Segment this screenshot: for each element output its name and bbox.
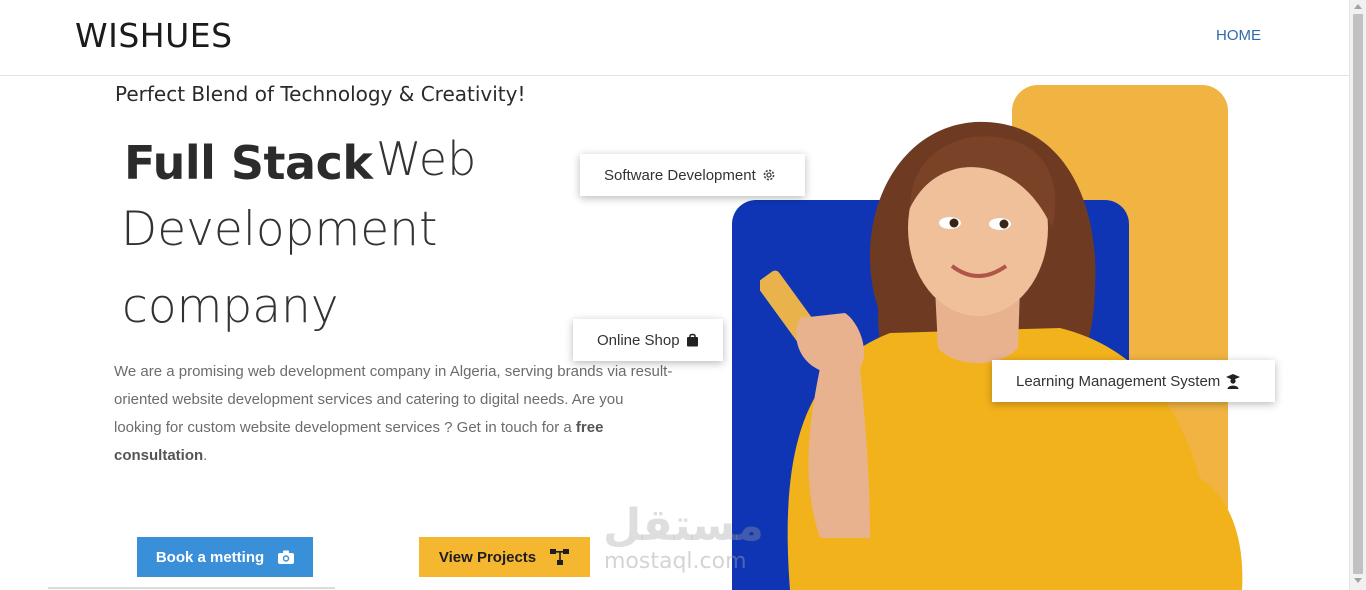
book-meeting-button[interactable]: Book a metting <box>137 537 313 577</box>
scroll-thumb[interactable] <box>1353 14 1363 574</box>
headline-development: Development <box>121 202 438 257</box>
description-end: . <box>203 447 208 464</box>
book-meeting-label: Book a metting <box>155 548 265 566</box>
page-scrollbar[interactable] <box>1349 0 1366 590</box>
camera-icon <box>278 550 295 564</box>
divider <box>48 587 335 589</box>
chip-online-shop[interactable]: Online Shop <box>573 319 723 361</box>
chip-shop-label: Online Shop <box>597 331 680 349</box>
nav-home-link[interactable]: HOME <box>1216 27 1261 44</box>
watermark-latin: mostaql.com <box>604 549 747 574</box>
hero-woman-image <box>760 121 1243 590</box>
shopping-bag-icon <box>686 333 699 347</box>
chip-lms-label: Learning Management System <box>1016 372 1221 390</box>
navbar: WISHUES HOME <box>0 0 1349 76</box>
sitemap-icon <box>550 549 570 565</box>
chip-software-development[interactable]: Software Development <box>580 154 805 196</box>
chip-learning-management-system[interactable]: Learning Management System <box>992 360 1275 402</box>
brand-logo[interactable]: WISHUES <box>75 16 233 55</box>
view-projects-label: View Projects <box>438 548 537 566</box>
chip-software-label: Software Development <box>604 166 756 184</box>
gear-icon <box>762 168 776 182</box>
hero-tagline: Perfect Blend of Technology & Creativity… <box>115 82 526 106</box>
headline-company: company <box>122 279 339 334</box>
watermark-arabic: مستقل <box>603 500 764 551</box>
hero-description: We are a promising web development compa… <box>114 358 674 470</box>
scroll-up-arrow-icon[interactable] <box>1354 4 1362 9</box>
headline-full-stack: Full Stack <box>124 136 373 190</box>
view-projects-button[interactable]: View Projects <box>419 537 590 577</box>
graduate-icon <box>1226 373 1241 389</box>
scroll-down-arrow-icon[interactable] <box>1354 578 1362 583</box>
headline-web: Web <box>376 132 477 186</box>
